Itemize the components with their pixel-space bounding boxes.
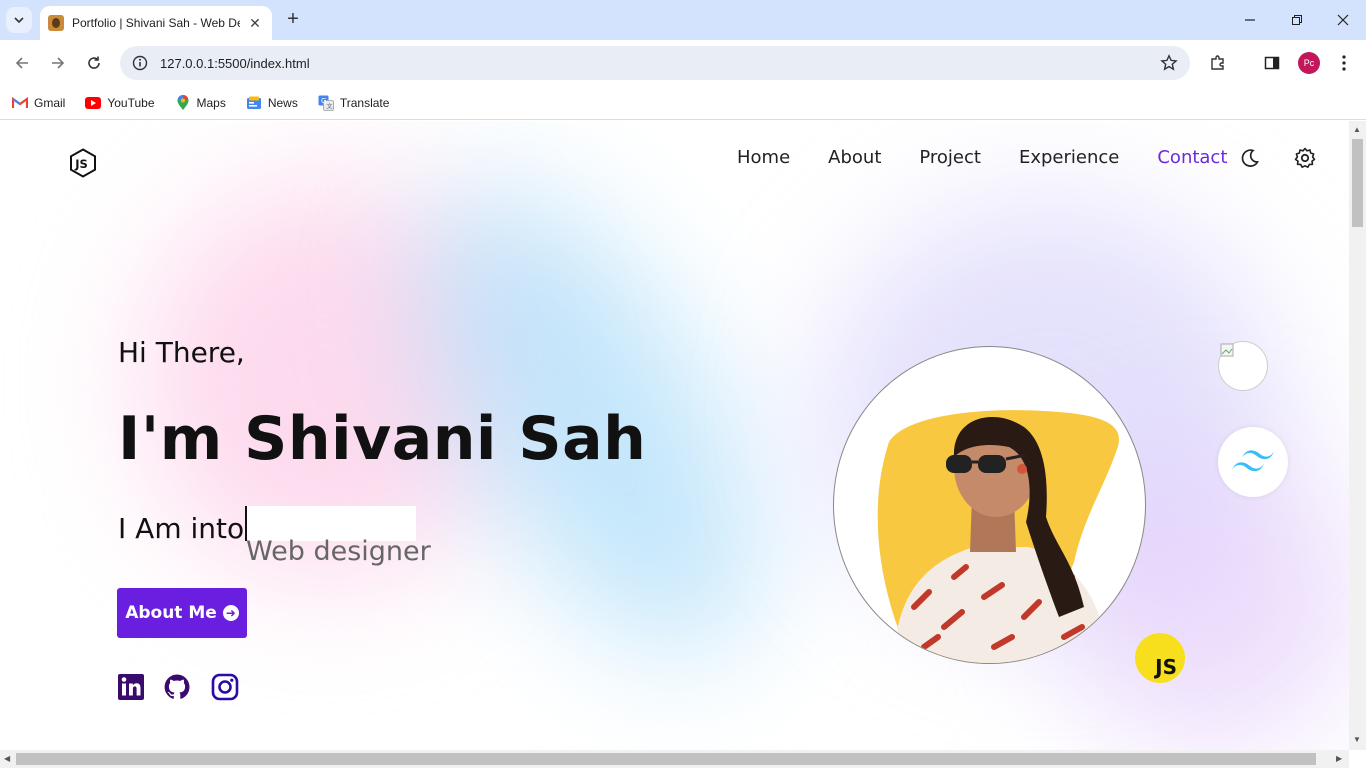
tailwind-badge xyxy=(1218,427,1288,497)
nav-home[interactable]: Home xyxy=(737,147,790,168)
side-panel-button[interactable] xyxy=(1261,52,1283,74)
broken-image-icon xyxy=(1218,341,1268,391)
bookmark-news[interactable]: News xyxy=(246,95,298,111)
bookmark-youtube[interactable]: YouTube xyxy=(85,95,155,111)
close-icon xyxy=(1337,14,1349,26)
arrow-left-icon xyxy=(15,57,28,69)
svg-text:JS: JS xyxy=(74,157,88,171)
address-bar[interactable]: 127.0.0.1:5500/index.html xyxy=(120,46,1190,80)
tab-title: Portfolio | Shivani Sah - Web De xyxy=(72,16,240,30)
nav-contact[interactable]: Contact xyxy=(1157,147,1227,168)
bookmark-gmail[interactable]: Gmail xyxy=(12,95,65,111)
about-me-label: About Me xyxy=(125,603,217,623)
arrow-right-circle-icon: ➜ xyxy=(222,605,239,621)
profile-photo xyxy=(833,346,1146,664)
chevron-down-icon xyxy=(14,17,24,24)
scroll-down-arrow-icon[interactable]: ▼ xyxy=(1353,735,1361,744)
horizontal-scrollbar[interactable]: ◀ ▶ xyxy=(0,750,1349,768)
youtube-icon xyxy=(85,95,102,111)
moon-icon[interactable] xyxy=(1240,148,1260,168)
scroll-up-arrow-icon[interactable]: ▲ xyxy=(1353,125,1361,134)
tab-search-button[interactable] xyxy=(6,7,32,33)
hero-greeting: Hi There, xyxy=(118,336,245,369)
js-badge-label: JS xyxy=(1155,655,1177,679)
bookmark-translate[interactable]: G文 Translate xyxy=(318,95,390,111)
extensions-button[interactable] xyxy=(1207,52,1229,74)
browser-tab-bar: Portfolio | Shivani Sah - Web De ✕ + xyxy=(0,0,1366,40)
bookmark-star-icon[interactable] xyxy=(1160,54,1178,72)
browser-tab-active[interactable]: Portfolio | Shivani Sah - Web De ✕ xyxy=(40,6,272,40)
bookmark-label: YouTube xyxy=(107,95,155,110)
side-panel-icon xyxy=(1264,56,1280,70)
back-button[interactable] xyxy=(10,51,34,75)
linkedin-icon[interactable] xyxy=(117,673,145,701)
github-icon[interactable] xyxy=(163,673,191,701)
reload-button[interactable] xyxy=(82,51,106,75)
hero-name: I'm Shivani Sah xyxy=(118,404,647,474)
reload-icon xyxy=(88,56,100,69)
vertical-scroll-thumb[interactable] xyxy=(1352,139,1363,227)
browser-menu-button[interactable] xyxy=(1333,52,1355,74)
instagram-icon[interactable] xyxy=(211,673,239,701)
new-tab-button[interactable]: + xyxy=(282,9,304,31)
js-logo-icon[interactable]: JS xyxy=(68,148,98,178)
bookmark-label: News xyxy=(267,95,298,110)
bookmarks-bar: Gmail YouTube Maps News G文 Translate xyxy=(0,86,1366,120)
restore-icon xyxy=(1292,15,1302,25)
tailwind-icon xyxy=(1232,450,1274,472)
tab-favicon-icon xyxy=(48,15,64,31)
hero-into-label: I Am into xyxy=(118,512,245,545)
tab-close-icon[interactable]: ✕ xyxy=(246,15,264,32)
vertical-scrollbar[interactable]: ▲ ▼ xyxy=(1349,121,1366,750)
url-text[interactable]: 127.0.0.1:5500/index.html xyxy=(160,56,310,71)
news-icon xyxy=(246,95,262,111)
bookmark-maps[interactable]: Maps xyxy=(175,94,226,111)
bookmark-label: Maps xyxy=(196,95,226,110)
maps-icon xyxy=(175,94,191,111)
restore-button[interactable] xyxy=(1285,8,1309,32)
forward-button[interactable] xyxy=(46,51,70,75)
kebab-menu-icon xyxy=(1342,55,1346,71)
gear-icon[interactable] xyxy=(1294,147,1316,169)
gmail-icon xyxy=(12,95,28,111)
svg-text:文: 文 xyxy=(326,102,332,110)
translate-icon: G文 xyxy=(318,95,334,111)
scroll-left-arrow-icon[interactable]: ◀ xyxy=(4,754,10,763)
browser-toolbar: 127.0.0.1:5500/index.html Pc xyxy=(0,40,1366,86)
horizontal-scroll-thumb[interactable] xyxy=(16,753,1316,765)
puzzle-icon xyxy=(1211,55,1224,70)
bookmark-label: Translate xyxy=(339,95,390,110)
about-me-button[interactable]: About Me ➜ xyxy=(117,588,247,638)
minimize-button[interactable] xyxy=(1238,8,1262,32)
profile-avatar[interactable]: Pc xyxy=(1298,52,1320,74)
nav-about[interactable]: About xyxy=(828,147,881,168)
hero-typed-role: Web designer xyxy=(246,536,431,567)
site-info-icon[interactable] xyxy=(132,55,148,71)
close-window-button[interactable] xyxy=(1331,8,1355,32)
nav-project[interactable]: Project xyxy=(919,147,981,168)
page-viewport: JS Home About Project Experience Contact… xyxy=(0,121,1349,750)
main-nav: Home About Project Experience Contact xyxy=(737,147,1265,168)
javascript-badge: JS xyxy=(1135,633,1185,683)
arrow-right-icon xyxy=(52,57,65,69)
scroll-right-arrow-icon[interactable]: ▶ xyxy=(1336,754,1342,763)
bookmark-label: Gmail xyxy=(34,95,66,110)
minimize-icon xyxy=(1245,19,1255,21)
nav-experience[interactable]: Experience xyxy=(1019,147,1119,168)
